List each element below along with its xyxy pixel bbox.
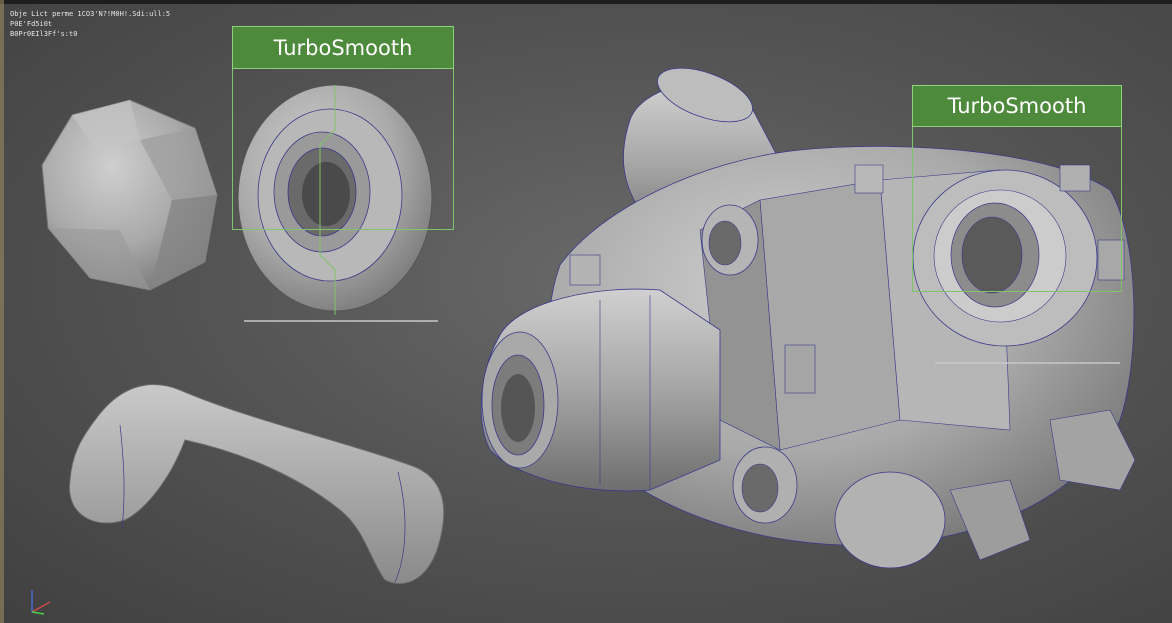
turbosmooth-frame-right (912, 126, 1122, 292)
hex-nut-model[interactable] (41, 99, 218, 291)
turbosmooth-frame-left (232, 68, 454, 230)
turbosmooth-label-left: TurboSmooth (232, 26, 454, 69)
turbosmooth-label-right: TurboSmooth (912, 85, 1122, 127)
handle-model[interactable] (68, 384, 445, 585)
axis-gizmo-icon (31, 590, 51, 615)
3d-viewport[interactable]: Obje Lict perme 1CO3'N?!M0H!.Sdi:ull:5 P… (0, 0, 1172, 623)
